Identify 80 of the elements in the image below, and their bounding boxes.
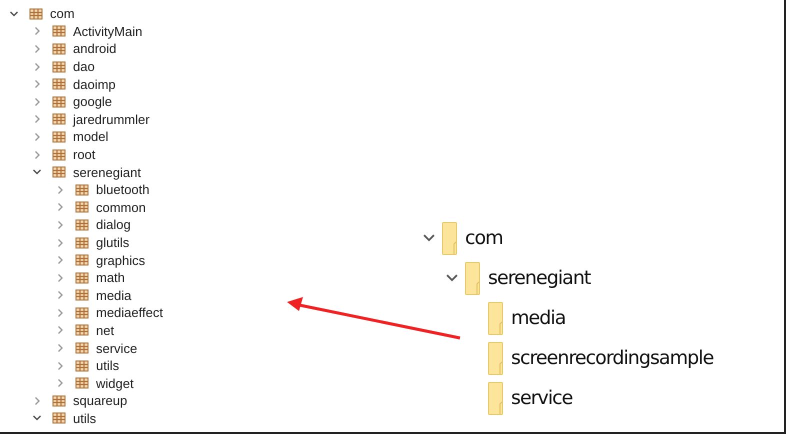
package-label[interactable]: dao <box>73 60 95 74</box>
package-icon <box>52 60 66 73</box>
package-label[interactable]: android <box>73 42 116 56</box>
package-icon <box>52 96 66 108</box>
chevron-right-icon[interactable] <box>55 272 65 283</box>
package-label[interactable]: jaredrummler <box>73 112 150 126</box>
chevron-right-icon[interactable] <box>55 343 65 354</box>
package-label[interactable]: ActivityMain <box>73 24 142 38</box>
chevron-right-icon[interactable] <box>55 378 65 388</box>
package-label[interactable]: serenegiant <box>73 166 141 179</box>
chevron-right-icon[interactable] <box>32 62 42 72</box>
package-label[interactable]: graphics <box>96 254 146 267</box>
chevron-right-icon[interactable] <box>55 238 65 248</box>
chevron-right-icon[interactable] <box>32 150 42 160</box>
folder-icon <box>488 382 503 414</box>
chevron-right-icon[interactable] <box>55 220 65 230</box>
package-icon <box>75 324 89 336</box>
folder-icon <box>488 302 503 334</box>
package-icon <box>75 184 89 196</box>
package-icon <box>52 113 66 126</box>
folder-label[interactable]: media <box>511 308 566 328</box>
folder-icon <box>488 342 503 374</box>
package-label[interactable]: mediaeffect <box>96 306 163 320</box>
folder-label[interactable]: screenrecordingsample <box>511 348 714 368</box>
folder-label[interactable]: service <box>511 388 572 408</box>
chevron-right-icon[interactable] <box>32 96 42 107</box>
chevron-right-icon[interactable] <box>32 396 42 406</box>
package-icon <box>52 42 66 55</box>
package-icon <box>52 394 66 407</box>
chevron-right-icon[interactable] <box>32 114 42 124</box>
chevron-right-icon[interactable] <box>55 360 65 371</box>
package-icon <box>52 78 66 90</box>
folder-icon <box>442 222 457 254</box>
chevron-down-icon[interactable] <box>9 8 19 19</box>
chevron-right-icon[interactable] <box>32 44 42 54</box>
package-label[interactable]: media <box>96 288 132 302</box>
chevron-right-icon[interactable] <box>55 325 65 336</box>
package-label[interactable]: root <box>73 148 96 162</box>
package-label[interactable]: utils <box>96 359 120 372</box>
package-label[interactable]: utils <box>73 412 96 425</box>
package-label[interactable]: google <box>73 95 112 108</box>
package-icon <box>75 218 89 231</box>
package-label[interactable]: common <box>96 200 146 214</box>
chevron-right-icon[interactable] <box>32 132 42 142</box>
folder-icon <box>465 262 480 294</box>
package-label[interactable]: daoimp <box>73 78 116 91</box>
chevron-right-icon[interactable] <box>32 79 42 90</box>
package-label[interactable]: service <box>96 342 138 355</box>
package-icon <box>52 166 66 178</box>
package-icon <box>75 306 89 319</box>
package-label[interactable]: widget <box>96 376 134 390</box>
chevron-right-icon[interactable] <box>55 184 65 195</box>
chevron-right-icon[interactable] <box>55 290 65 300</box>
package-icon <box>52 148 66 161</box>
package-label[interactable]: net <box>96 324 114 337</box>
package-label[interactable]: squareup <box>73 394 128 408</box>
package-icon <box>75 254 89 266</box>
folder-label[interactable]: serenegiant <box>488 268 590 288</box>
folder-label[interactable]: com <box>465 228 503 248</box>
package-icon <box>75 360 89 372</box>
package-icon <box>75 377 89 390</box>
chevron-right-icon[interactable] <box>32 26 42 36</box>
package-label[interactable]: glutils <box>96 236 130 250</box>
package-icon <box>75 289 89 302</box>
package-icon <box>52 130 66 143</box>
package-label[interactable]: dialog <box>96 218 131 232</box>
chevron-right-icon[interactable] <box>55 202 65 212</box>
package-label[interactable]: bluetooth <box>96 183 150 196</box>
package-icon <box>75 342 89 354</box>
package-icon <box>52 412 66 424</box>
package-icon <box>52 25 66 38</box>
package-label[interactable]: math <box>96 271 125 284</box>
chevron-right-icon[interactable] <box>55 308 65 318</box>
package-label[interactable]: model <box>73 130 108 144</box>
package-icon <box>75 236 89 249</box>
package-label[interactable]: com <box>50 7 75 20</box>
package-icon <box>75 201 89 214</box>
package-icon <box>75 272 89 284</box>
chevron-right-icon[interactable] <box>55 255 65 266</box>
package-icon <box>29 8 43 20</box>
